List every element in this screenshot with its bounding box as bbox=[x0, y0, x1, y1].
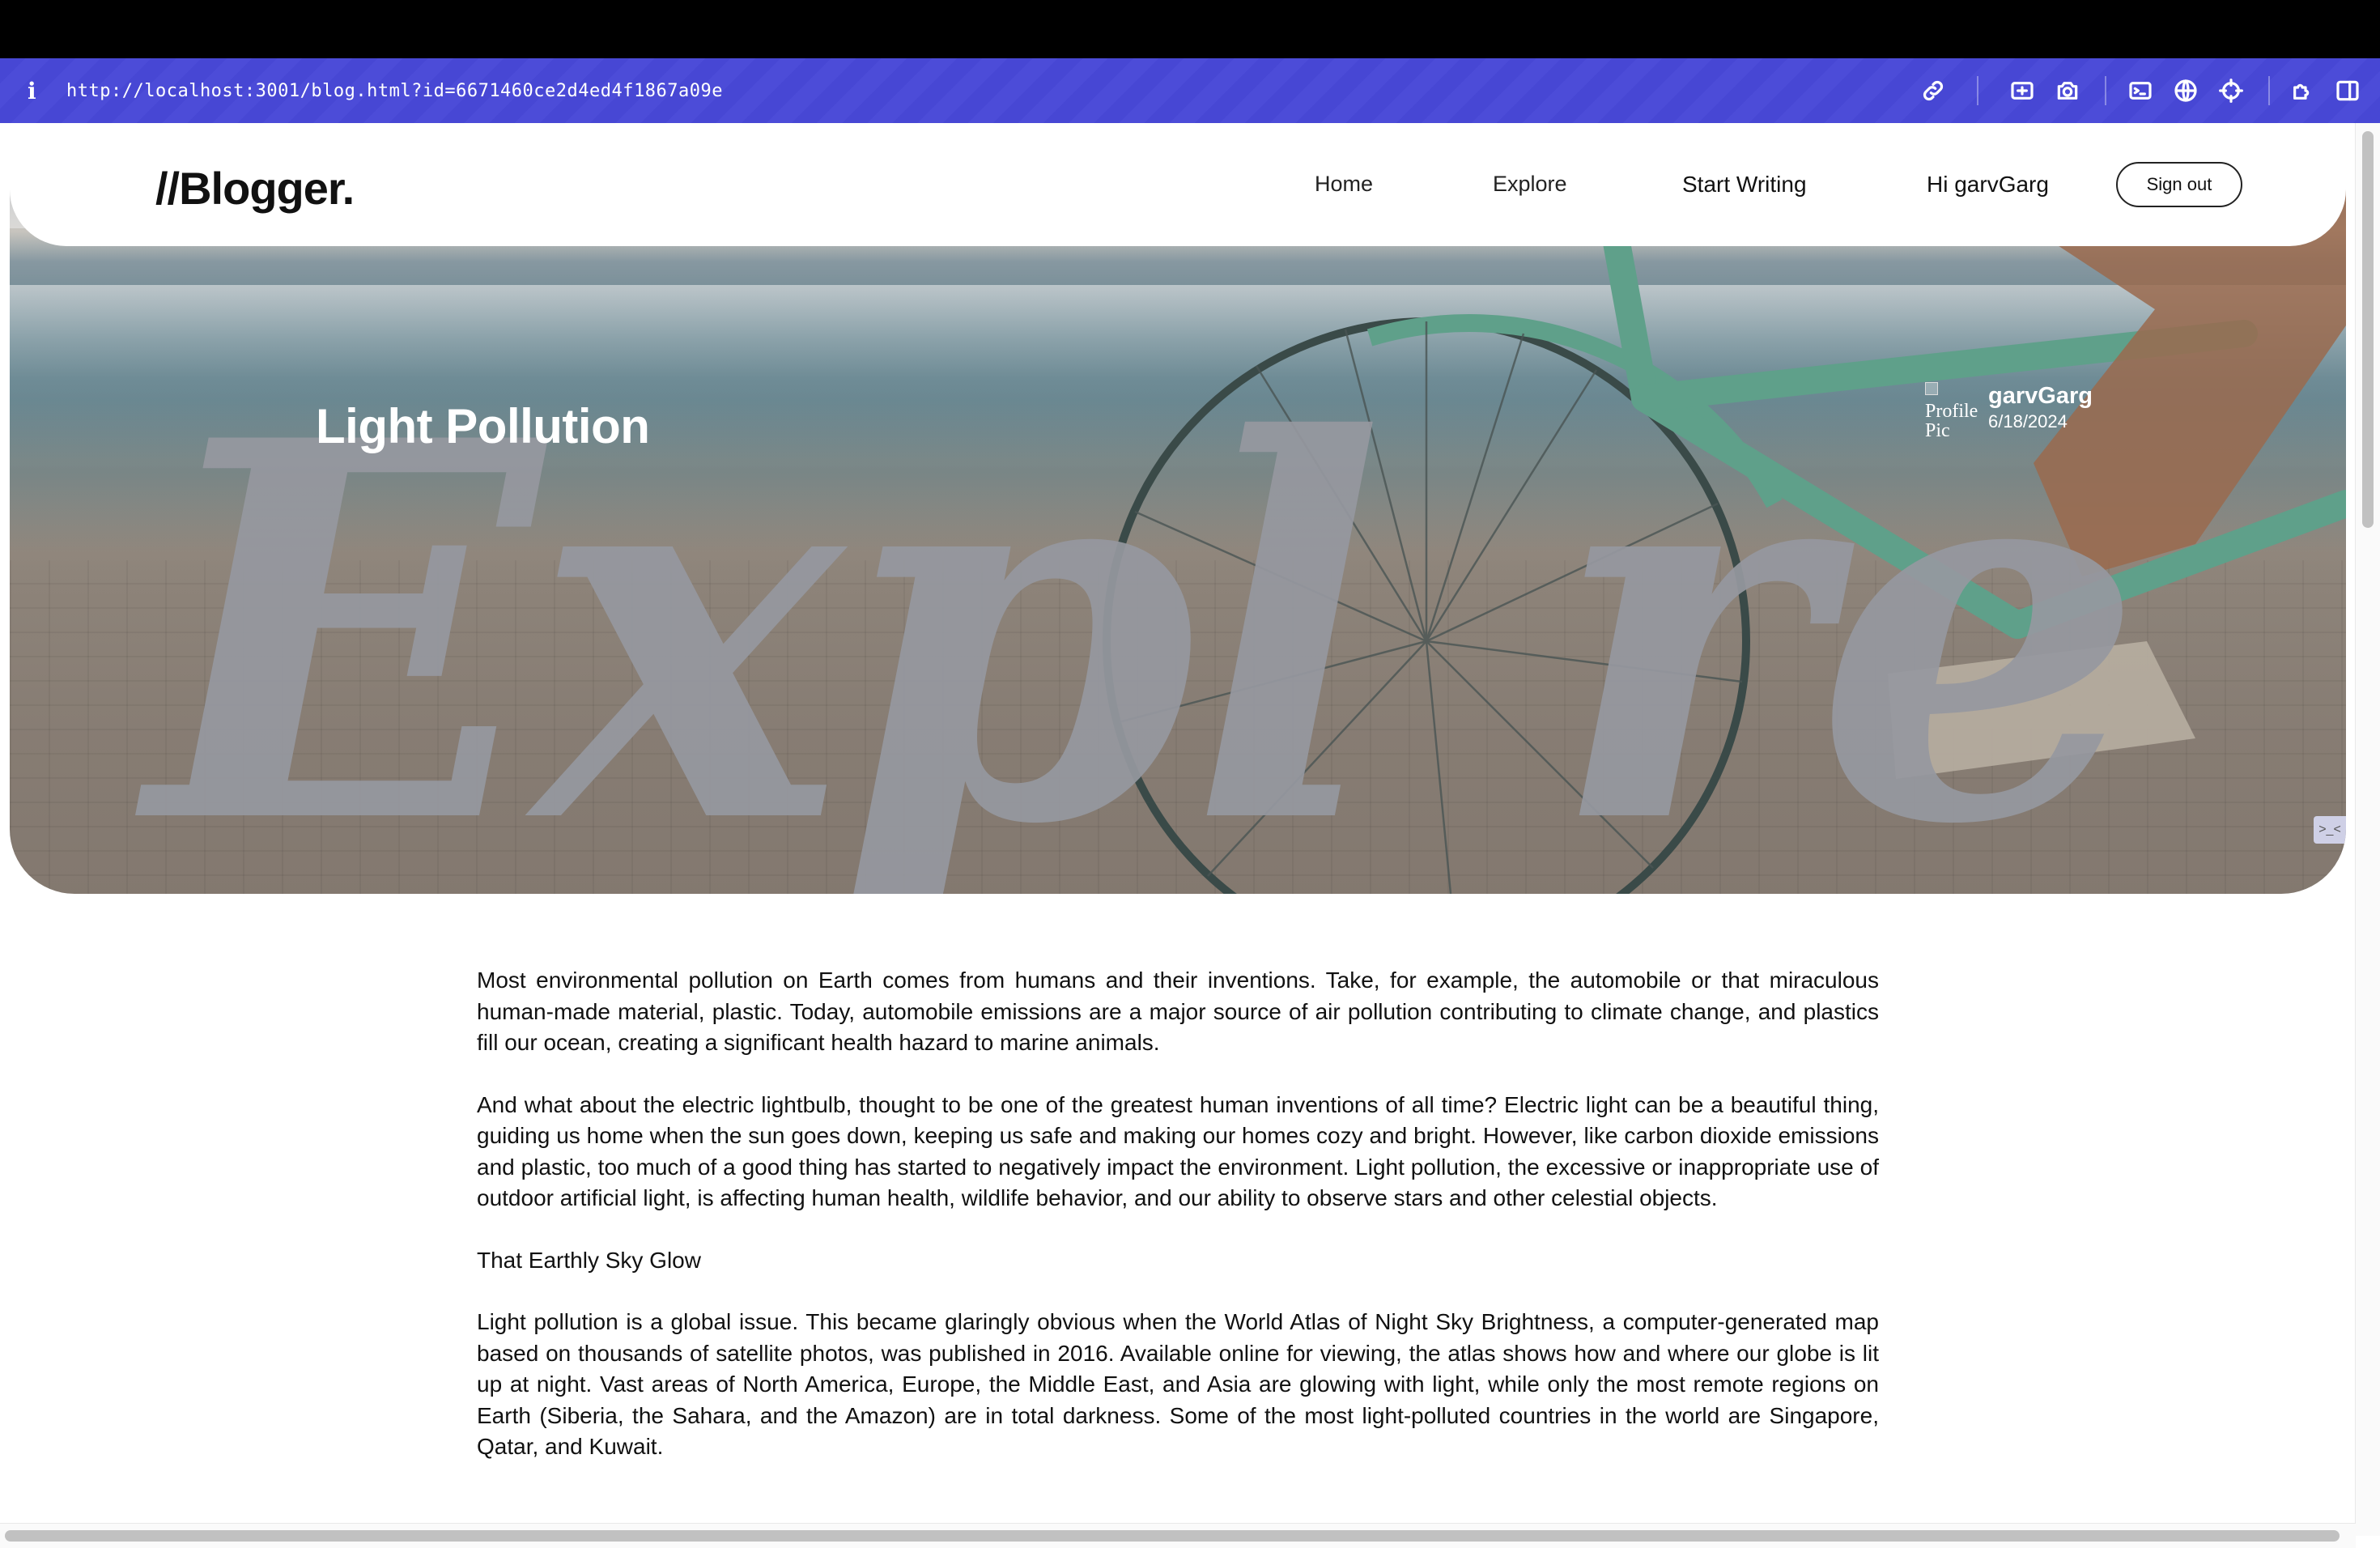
globe-icon[interactable] bbox=[2171, 76, 2200, 105]
article-body: Most environmental pollution on Earth co… bbox=[477, 965, 1879, 1494]
nav-user-greeting[interactable]: Hi garvGarg bbox=[1927, 172, 2049, 198]
article-paragraph: Light pollution is a global issue. This … bbox=[477, 1309, 1879, 1459]
sidebar-icon[interactable] bbox=[2333, 76, 2362, 105]
terminal-icon[interactable] bbox=[2126, 76, 2155, 105]
site-logo[interactable]: //Blogger. bbox=[155, 162, 355, 215]
corner-badge[interactable]: >_< bbox=[2314, 816, 2346, 844]
nav-home[interactable]: Home bbox=[1315, 172, 1373, 197]
info-icon[interactable]: i bbox=[28, 58, 36, 123]
toolbar-separator bbox=[2268, 76, 2270, 105]
toolbar-separator bbox=[2105, 76, 2106, 105]
page-viewport: Expl re Light Pollution Profile Pic garv… bbox=[0, 123, 2380, 1548]
vertical-scroll-thumb[interactable] bbox=[2362, 131, 2374, 528]
horizontal-scrollbar[interactable] bbox=[0, 1523, 2356, 1548]
url-field[interactable]: http://localhost:3001/blog.html?id=66714… bbox=[66, 58, 723, 123]
sign-out-button[interactable]: Sign out bbox=[2116, 162, 2242, 207]
author-block: Profile Pic garvGarg 6/18/2024 bbox=[1925, 382, 2093, 437]
post-title: Light Pollution bbox=[316, 399, 650, 453]
extensions-icon[interactable] bbox=[2288, 76, 2317, 105]
crosshair-icon[interactable] bbox=[2216, 76, 2246, 105]
article-paragraph: Most environmental pollution on Earth co… bbox=[477, 968, 1879, 1055]
toolbar-separator bbox=[1977, 76, 1978, 105]
nav-start-writing[interactable]: Start Writing bbox=[1682, 172, 1807, 198]
avatar: Profile Pic bbox=[1925, 382, 1982, 437]
post-date: 6/18/2024 bbox=[1988, 411, 2068, 432]
article-paragraph: And what about the electric lightbulb, t… bbox=[477, 1091, 1879, 1211]
horizontal-scroll-thumb[interactable] bbox=[5, 1530, 2340, 1542]
top-black-bar bbox=[0, 0, 2380, 58]
vertical-scrollbar[interactable] bbox=[2355, 123, 2380, 1536]
browser-toolbar: i http://localhost:3001/blog.html?id=667… bbox=[0, 58, 2380, 123]
article-subheading: That Earthly Sky Glow bbox=[477, 1247, 701, 1273]
camera-icon[interactable] bbox=[2053, 76, 2082, 105]
avatar-alt-text: Profile Pic bbox=[1925, 401, 1978, 437]
broken-image-icon bbox=[1925, 382, 1938, 395]
link-icon[interactable] bbox=[1919, 76, 1948, 105]
site-navbar: //Blogger. Home Explore Start Writing Hi… bbox=[10, 123, 2346, 246]
nav-explore[interactable]: Explore bbox=[1493, 172, 1567, 197]
screen-capture-icon[interactable] bbox=[2008, 76, 2037, 105]
author-name[interactable]: garvGarg bbox=[1988, 382, 2093, 410]
